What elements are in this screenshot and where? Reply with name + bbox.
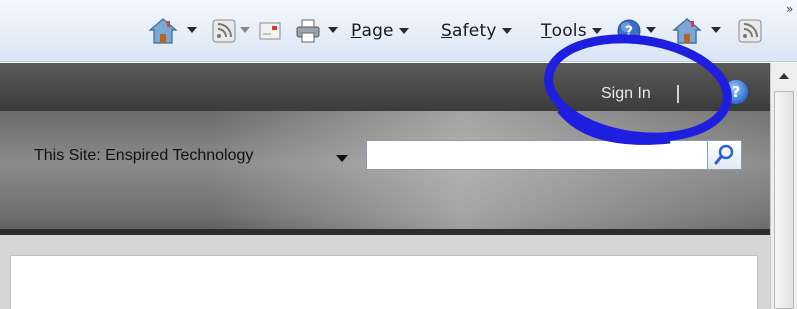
page-content-area [0, 235, 770, 309]
divider [677, 85, 679, 103]
help-icon: ? [617, 19, 641, 43]
scroll-up-button[interactable] [771, 63, 797, 89]
site-header: Sign In ? This Site: Enspired Technology [0, 63, 770, 235]
feeds-button-main[interactable] [212, 16, 236, 46]
header-top-strip [0, 63, 770, 111]
page-menu[interactable]: Page [351, 16, 409, 46]
sign-in-link[interactable]: Sign In [601, 85, 651, 103]
rss-feed-icon [212, 19, 236, 43]
chevron-down-icon[interactable] [336, 155, 348, 162]
search-scope-label: This Site: Enspired Technology [34, 147, 254, 164]
search-input[interactable] [366, 140, 708, 170]
mail-icon [259, 22, 281, 40]
scroll-thumb[interactable] [774, 91, 794, 309]
print-button[interactable] [295, 16, 321, 46]
chevron-down-icon [398, 28, 409, 34]
tools-menu-label: ools [551, 21, 587, 41]
home-dropdown-arrow[interactable] [187, 27, 197, 33]
safety-menu[interactable]: Safety [441, 16, 512, 46]
home-icon [148, 18, 178, 44]
tools-menu[interactable]: Tools [541, 16, 602, 46]
svg-text:?: ? [625, 24, 633, 40]
chevron-down-icon [501, 28, 512, 34]
read-mail-button[interactable] [258, 16, 282, 46]
chevron-down-icon [591, 28, 602, 34]
magnifier-icon [714, 144, 734, 165]
arrow-up-icon [779, 73, 789, 79]
site-help-icon[interactable]: ? [724, 80, 748, 104]
vertical-scrollbar[interactable] [770, 63, 797, 309]
feeds-dropdown-arrow[interactable] [240, 27, 250, 33]
home-button-main[interactable] [148, 16, 178, 46]
safety-menu-label: afety [452, 21, 497, 41]
search-scope-select[interactable]: This Site: Enspired Technology [34, 147, 253, 165]
page-menu-label: age [361, 21, 394, 41]
chevron-overflow-icon[interactable]: » [786, 2, 793, 16]
printer-icon [296, 19, 320, 43]
page-menu-accel: P [351, 21, 362, 41]
help-button[interactable]: ? [616, 16, 642, 46]
print-dropdown-arrow[interactable] [328, 27, 338, 33]
tools-menu-accel: T [541, 21, 552, 41]
header-sheen [210, 111, 770, 235]
content-panel [10, 255, 758, 309]
safety-menu-accel: S [441, 21, 452, 41]
help-dropdown-arrow[interactable] [646, 27, 656, 33]
search-button[interactable] [708, 140, 742, 170]
